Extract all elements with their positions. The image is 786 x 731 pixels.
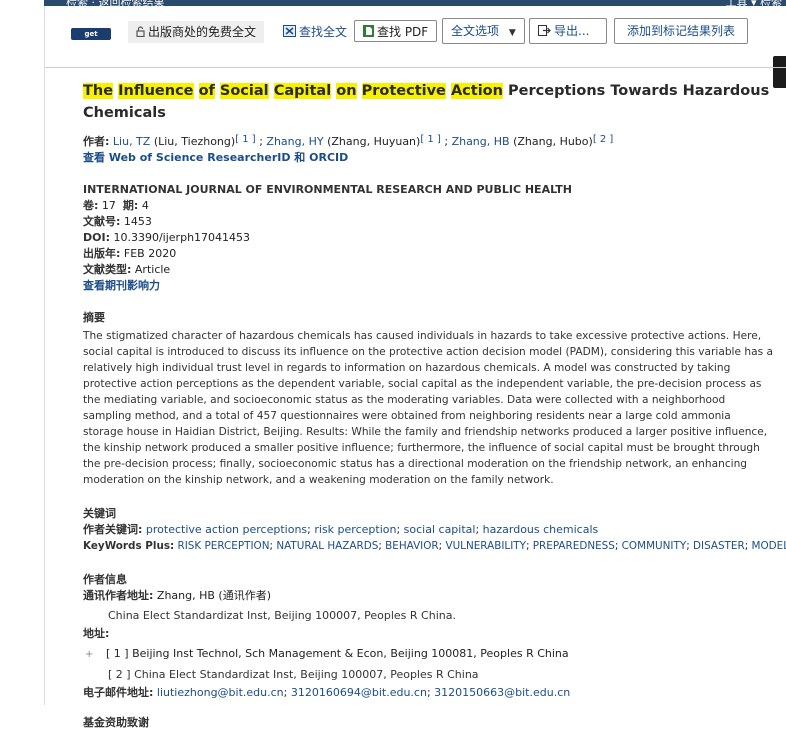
abstract-heading: 摘要	[83, 311, 105, 324]
issue-value: 4	[141, 199, 149, 212]
abstract-text: The stigmatized character of hazardous c…	[83, 330, 773, 486]
researcher-id-orcid-link[interactable]: 查看 Web of Science ResearcherID 和 ORCID	[83, 151, 348, 164]
corresponding-address: China Elect Standardizat Inst, Beijing 1…	[108, 609, 456, 622]
corresponding-address-label: 通讯作者地址:	[83, 589, 154, 602]
issue-label: 期:	[122, 199, 139, 212]
left-border	[44, 6, 45, 705]
keyword-plus-link[interactable]: MODEL	[752, 540, 786, 552]
authors-row: 作者: Liu, TZ (Liu, Tiezhong)[ 1 ] ; Zhang…	[83, 134, 614, 148]
journal-name: INTERNATIONAL JOURNAL OF ENVIRONMENTAL R…	[83, 183, 572, 196]
title-hl-word: Action	[450, 83, 503, 99]
top-nav-right-links[interactable]: 工具 ▾ 检索	[725, 0, 782, 10]
author-link[interactable]: Liu, TZ	[113, 135, 150, 148]
author-affil-ref[interactable]: [ 1 ]	[420, 134, 441, 145]
toolbar-divider	[45, 67, 786, 68]
address-text: [ 2 ] China Elect Standardizat Inst, Bei…	[108, 668, 479, 681]
authors-label: 作者:	[83, 135, 110, 148]
funding-heading: 基金资助致谢	[83, 716, 149, 729]
author-keywords-row: 作者关键词: protective action perceptions; ri…	[83, 523, 599, 536]
keywords-plus-label: KeyWords Plus:	[83, 540, 175, 552]
free-fulltext-label: 出版商处的免费全文	[148, 25, 257, 39]
chevron-down-icon: ▼	[508, 28, 516, 38]
volume-value: 17	[101, 199, 116, 212]
pub-date-value: FEB 2020	[123, 247, 177, 260]
article-title: The Influence of Social Capital on Prote…	[83, 80, 773, 124]
find-pdf-label: 查找 PDF	[377, 25, 429, 39]
doi-value: 10.3390/ijerph17041453	[113, 231, 251, 244]
keyword-plus-link[interactable]: BEHAVIOR	[385, 540, 439, 552]
title-hl-word: The	[83, 83, 114, 99]
author-keyword-link[interactable]: risk perception	[314, 523, 396, 536]
lock-open-icon	[136, 22, 145, 44]
fulltext-options-label: 全文选项	[451, 24, 500, 38]
email-link[interactable]: liutiezhong@bit.edu.cn	[157, 686, 284, 699]
author-keyword-link[interactable]: protective action perceptions	[146, 523, 307, 536]
find-pdf-button[interactable]: 查找 PDF	[354, 20, 438, 44]
title-hl-word: Capital	[273, 83, 332, 99]
email-label: 电子邮件地址:	[83, 686, 154, 699]
article-number-value: 1453	[123, 215, 152, 228]
doi-label: DOI:	[83, 231, 110, 244]
keywords-plus-row: KeyWords Plus: RISK PERCEPTION; NATURAL …	[83, 538, 786, 554]
export-icon	[538, 20, 551, 44]
author-fullname: (Zhang, Huyuan)	[327, 135, 421, 148]
keyword-plus-link[interactable]: COMMUNITY	[622, 540, 687, 552]
author-keyword-link[interactable]: hazardous chemicals	[483, 523, 599, 536]
doc-type-label: 文献类型:	[83, 263, 132, 276]
corresponding-author: Zhang, HB (通讯作者)	[156, 589, 271, 602]
author-link[interactable]: Zhang, HY	[266, 135, 323, 148]
author-link[interactable]: Zhang, HB	[452, 135, 510, 148]
title-hl-word: Protective	[361, 83, 446, 99]
keyword-plus-link[interactable]: DISASTER	[693, 540, 745, 552]
export-button[interactable]: 导出...	[529, 18, 607, 44]
email-link[interactable]: 3120150663@bit.edu.cn	[434, 686, 570, 699]
author-fullname: (Zhang, Hubo)	[513, 135, 593, 148]
add-to-marked-list-button[interactable]: 添加到标记结果列表	[614, 18, 748, 44]
fulltext-icon	[283, 22, 296, 44]
side-panel-tab[interactable]	[773, 56, 786, 88]
author-keywords-label: 作者关键词:	[83, 523, 143, 536]
author-keyword-link[interactable]: social capital	[404, 523, 476, 536]
expand-plus-icon[interactable]: +	[85, 647, 93, 663]
volume-issue-row: 卷: 17 期: 4	[83, 198, 773, 214]
author-info-heading: 作者信息	[83, 573, 127, 586]
top-nav-bar: 检索 · 返回检索结果 工具 ▾ 检索	[44, 0, 786, 9]
doc-type-value: Article	[134, 263, 171, 276]
title-hl-word: Social	[219, 83, 269, 99]
top-nav-left-links[interactable]: 检索 · 返回检索结果	[66, 0, 165, 10]
export-label: 导出...	[554, 24, 590, 38]
journal-impact-link[interactable]: 查看期刊影响力	[83, 279, 160, 292]
address-text: [ 1 ] Beijing Inst Technol, Sch Manageme…	[106, 647, 569, 660]
address-item: + [ 1 ] Beijing Inst Technol, Sch Managem…	[81, 646, 773, 663]
free-fulltext-button[interactable]: 出版商处的免费全文	[128, 21, 265, 44]
keyword-plus-link[interactable]: NATURAL HAZARDS	[276, 540, 378, 552]
keyword-plus-link[interactable]: RISK PERCEPTION	[178, 540, 270, 552]
title-hl-word: of	[198, 83, 215, 99]
author-affil-ref[interactable]: [ 1 ]	[235, 134, 256, 145]
find-fulltext-label: 查找全文	[299, 25, 348, 39]
title-hl-word: on	[336, 83, 357, 99]
email-row: 电子邮件地址: liutiezhong@bit.edu.cn; 31201606…	[83, 686, 571, 699]
find-fulltext-button[interactable]: 查找全文	[279, 21, 351, 43]
record-toolbar: get it@BIT 出版商处的免费全文 查找全文 查找 PDF 全文选项 ▼ …	[45, 12, 786, 52]
title-hl-word: Influence	[118, 83, 194, 99]
address-label: 地址:	[83, 627, 110, 640]
pub-date-label: 出版年:	[83, 247, 121, 260]
add-to-marked-list-label: 添加到标记结果列表	[626, 24, 735, 38]
author-affil-ref[interactable]: [ 2 ]	[593, 134, 614, 145]
author-fullname: (Liu, Tiezhong)	[153, 135, 236, 148]
getit-logo[interactable]: get it@BIT	[71, 28, 111, 50]
keyword-plus-link[interactable]: VULNERABILITY	[445, 540, 526, 552]
email-link[interactable]: 3120160694@bit.edu.cn	[291, 686, 427, 699]
volume-label: 卷:	[83, 199, 99, 212]
article-number-label: 文献号:	[83, 215, 121, 228]
fulltext-options-dropdown[interactable]: 全文选项 ▼	[442, 18, 525, 44]
pdf-icon	[363, 22, 374, 44]
keyword-plus-link[interactable]: PREPAREDNESS	[533, 540, 615, 552]
record-content: The Influence of Social Capital on Prote…	[81, 80, 786, 731]
keywords-heading: 关键词	[83, 507, 116, 520]
